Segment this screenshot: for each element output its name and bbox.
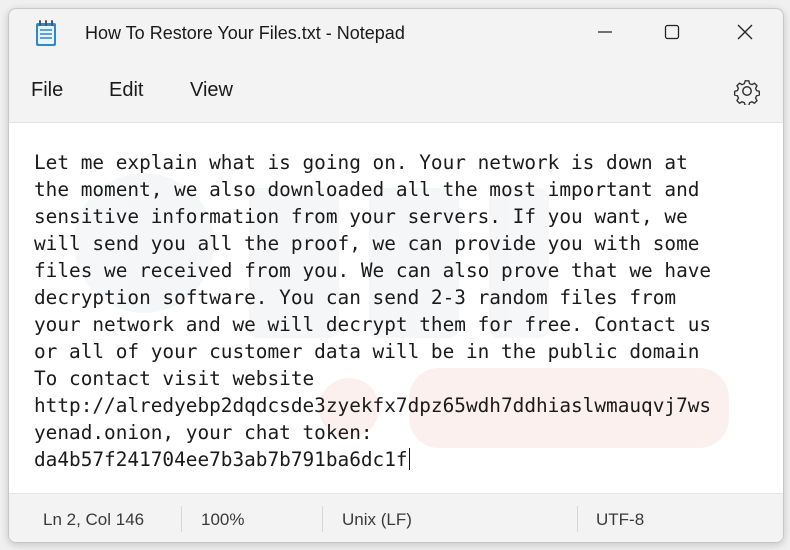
maximize-icon [664,24,680,40]
text-line: the moment, we also downloaded all the m… [34,178,700,201]
minimize-icon [598,31,612,33]
text-editor[interactable]: Let me explain what is going on. Your ne… [9,122,783,493]
maximize-button[interactable] [649,9,695,55]
text-line: da4b57f241704ee7b3ab7b791ba6dc1f [34,448,408,471]
document-text: Let me explain what is going on. Your ne… [34,149,774,473]
notepad-window: How To Restore Your Files.txt - Notepad … [8,8,784,543]
text-line: yenad.onion, your chat token: [34,421,373,444]
title-bar[interactable]: How To Restore Your Files.txt - Notepad [9,9,783,59]
text-line: decryption software. You can send 2-3 ra… [34,286,677,309]
text-line: files we received from you. We can also … [34,259,712,282]
status-divider [322,506,323,532]
menu-file[interactable]: File [31,79,63,102]
text-line: or all of your customer data will be in … [34,340,700,363]
close-button[interactable] [722,9,768,55]
status-divider [577,506,578,532]
text-line: will send you all the proof, we can prov… [34,232,700,255]
zoom-level[interactable]: 100% [201,510,244,530]
menu-view[interactable]: View [190,79,233,102]
text-line: Let me explain what is going on. Your ne… [34,151,688,174]
minimize-button[interactable] [582,9,628,55]
text-line: http://alredyebp2dqdcsde3zyekfx7dpz65wdh… [34,394,712,417]
status-divider [181,506,182,532]
line-ending[interactable]: Unix (LF) [342,510,412,530]
notepad-icon [36,20,56,46]
status-bar: Ln 2, Col 146 100% Unix (LF) UTF-8 [9,493,783,542]
cursor-position: Ln 2, Col 146 [43,510,145,529]
close-icon [737,24,753,40]
window-title: How To Restore Your Files.txt - Notepad [85,23,405,43]
menu-bar: File Edit View [9,71,783,111]
text-line: To contact visit website [34,367,315,390]
menu-edit[interactable]: Edit [109,79,143,102]
text-line: sensitive information from your servers.… [34,205,688,228]
text-caret [408,448,410,470]
text-line: your network and we will decrypt them fo… [34,313,712,336]
encoding[interactable]: UTF-8 [596,510,644,530]
gear-icon[interactable] [733,77,761,105]
